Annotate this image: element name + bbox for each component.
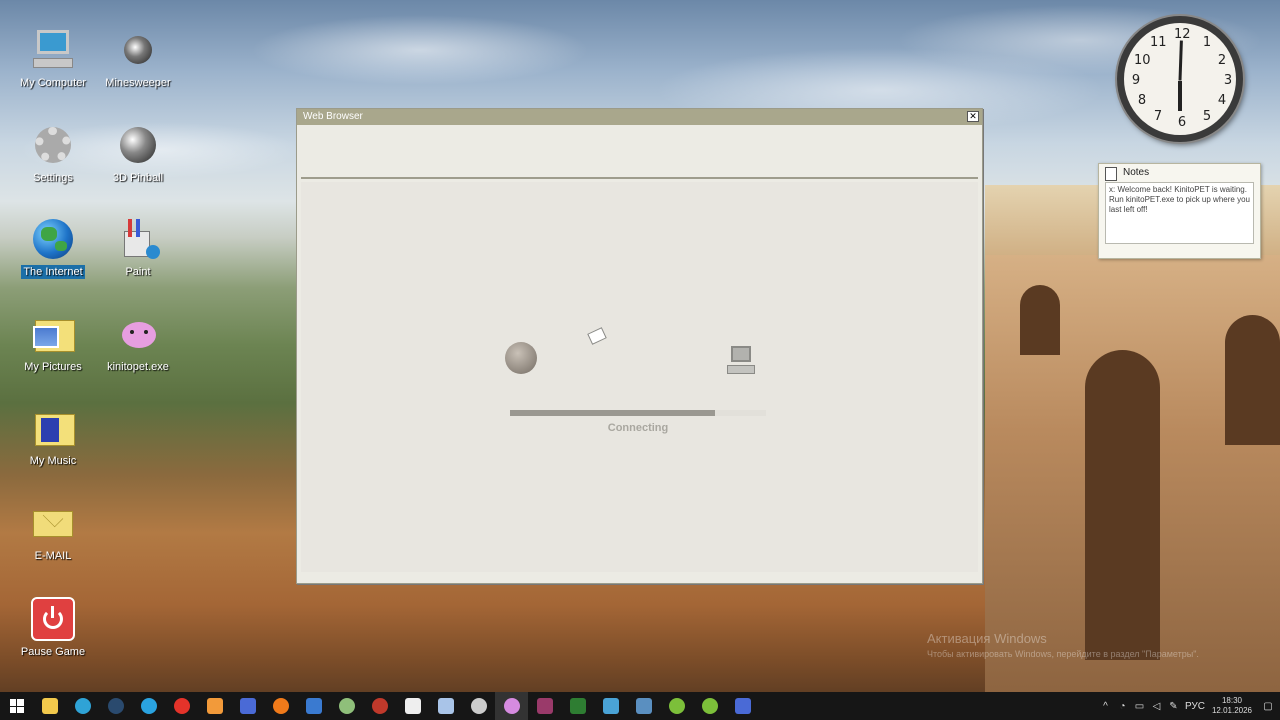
clock-number: 2 <box>1217 53 1227 68</box>
winrar-icon[interactable] <box>528 692 561 720</box>
android2-icon[interactable] <box>693 692 726 720</box>
taskbar: ^ ◔ ▭ ◁ ✎ РУС 18:30 12.01.2026 ▢ <box>0 692 1280 720</box>
bridge-arch <box>1225 315 1280 445</box>
gear-icon[interactable] <box>462 692 495 720</box>
computer-icon <box>727 346 755 376</box>
hour-hand <box>1178 81 1182 111</box>
edge-icon[interactable] <box>66 692 99 720</box>
computer-icon <box>31 28 75 72</box>
android-icon[interactable] <box>660 692 693 720</box>
browser-toolbar <box>301 125 978 179</box>
windows-icon[interactable] <box>0 692 33 720</box>
pinball-icon <box>116 123 160 167</box>
music-folder-icon <box>31 406 75 450</box>
document-icon[interactable] <box>396 692 429 720</box>
bridge-arch <box>1020 285 1060 355</box>
steam-icon[interactable] <box>99 692 132 720</box>
watermark-subtitle: Чтобы активировать Windows, перейдите в … <box>927 649 1199 659</box>
clock-number: 3 <box>1223 73 1233 88</box>
clock-number: 6 <box>1177 115 1187 130</box>
mine-icon <box>116 28 160 72</box>
desktop-icon-the-internet[interactable]: The Internet <box>8 217 98 279</box>
system-tray: ^ ◔ ▭ ◁ ✎ РУС 18:30 12.01.2026 ▢ <box>1097 692 1280 720</box>
blender-icon[interactable] <box>264 692 297 720</box>
yandex-icon[interactable] <box>231 692 264 720</box>
notes-header: Notes <box>1099 164 1260 181</box>
clock-number: 7 <box>1153 109 1163 124</box>
notes-textarea[interactable]: x: Welcome back! KinitoPET is waiting. R… <box>1105 182 1254 244</box>
connection-progress-bar <box>510 410 766 416</box>
globe-icon <box>31 217 75 261</box>
note-icon <box>1105 167 1117 181</box>
browser-content: Connecting <box>301 182 978 572</box>
bridge-wallpaper <box>985 255 1280 695</box>
data-packet-icon <box>587 327 607 345</box>
desktop-icon-my-music[interactable]: My Music <box>8 406 98 468</box>
minute-hand <box>1178 40 1183 81</box>
gear-icon <box>31 123 75 167</box>
window-title: Web Browser <box>303 111 363 122</box>
notepad-icon[interactable] <box>429 692 462 720</box>
network-icon[interactable]: ◔ <box>1114 692 1131 720</box>
desktop-icon-pause-game[interactable]: Pause Game <box>8 597 98 659</box>
telegram-icon[interactable] <box>132 692 165 720</box>
desktop-icon-3d-pinball[interactable]: 3D Pinball <box>93 123 183 185</box>
progress-fill <box>510 410 715 416</box>
file-explorer-icon[interactable] <box>33 692 66 720</box>
desktop-icon-paint[interactable]: Paint <box>93 217 183 279</box>
desktop-icon-email[interactable]: E-MAIL <box>8 501 98 563</box>
desktop-icon-my-pictures[interactable]: My Pictures <box>8 312 98 374</box>
clock-gadget[interactable]: 12 1 2 3 4 5 6 7 8 9 10 11 <box>1117 16 1243 142</box>
yandex-browser-icon[interactable] <box>165 692 198 720</box>
clock-display[interactable]: 18:30 12.01.2026 <box>1208 696 1256 716</box>
calculator-icon[interactable] <box>627 692 660 720</box>
notes-gadget[interactable]: Notes x: Welcome back! KinitoPET is wait… <box>1098 163 1261 259</box>
internet-globe-icon <box>505 342 537 374</box>
bridge-arch <box>1085 350 1160 660</box>
screen-icon[interactable] <box>594 692 627 720</box>
desktop-icon-kinitopet[interactable]: kinitopet.exe <box>93 312 183 374</box>
clock-number: 10 <box>1134 53 1151 68</box>
power-icon <box>31 597 75 641</box>
battery-icon[interactable]: ▭ <box>1131 692 1148 720</box>
desktop-icon-settings[interactable]: Settings <box>8 123 98 185</box>
terminal-icon[interactable] <box>561 692 594 720</box>
pictures-folder-icon <box>31 312 75 356</box>
notification-icon[interactable]: ▢ <box>1256 692 1280 720</box>
volume-icon[interactable]: ◁ <box>1148 692 1165 720</box>
clock-number: 5 <box>1202 109 1212 124</box>
close-button[interactable]: ✕ <box>967 111 979 122</box>
desktop-icon-minesweeper[interactable]: Minesweeper <box>93 28 183 90</box>
axolotl-icon <box>116 312 160 356</box>
monitor-icon[interactable] <box>297 692 330 720</box>
envelope-icon <box>31 501 75 545</box>
window-title-bar[interactable]: Web Browser ✕ <box>297 109 982 125</box>
kinito-icon[interactable] <box>495 692 528 720</box>
desktop-icon-my-computer[interactable]: My Computer <box>8 28 98 90</box>
tray-date: 12.01.2026 <box>1211 706 1253 715</box>
pen-icon[interactable]: ✎ <box>1165 692 1182 720</box>
chevron-up-icon[interactable]: ^ <box>1097 692 1114 720</box>
paint-icon <box>116 217 160 261</box>
clock-number: 8 <box>1137 93 1147 108</box>
clock-number: 11 <box>1150 35 1167 50</box>
language-indicator[interactable]: РУС <box>1182 692 1208 720</box>
recorder-icon[interactable] <box>363 692 396 720</box>
clock-number: 4 <box>1217 93 1227 108</box>
clock-number: 1 <box>1202 35 1212 50</box>
connection-status: Connecting <box>607 422 669 434</box>
watermark-title: Активация Windows <box>927 631 1047 646</box>
activation-watermark: Активация Windows Чтобы активировать Win… <box>927 631 1199 659</box>
game-icon[interactable] <box>330 692 363 720</box>
media-icon[interactable] <box>198 692 231 720</box>
tray-time: 18:30 <box>1221 696 1243 705</box>
notes-title: Notes <box>1123 167 1150 178</box>
clock-number: 9 <box>1131 73 1141 88</box>
web-browser-window[interactable]: Web Browser ✕ Connecting <box>296 108 983 584</box>
yandex2-icon[interactable] <box>726 692 759 720</box>
